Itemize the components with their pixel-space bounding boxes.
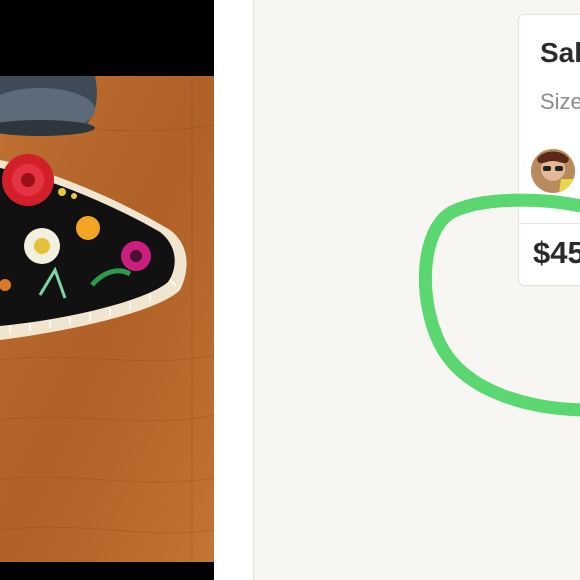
page-gutter <box>214 0 254 580</box>
listing-title[interactable]: Sal <box>540 37 580 69</box>
listing-size: Size <box>540 89 580 114</box>
listing-price: $45 <box>533 235 580 270</box>
seller-avatar-icon[interactable] <box>531 149 575 193</box>
product-photo[interactable] <box>0 0 214 580</box>
listing-card[interactable]: Sal Size $45 <box>518 14 580 286</box>
card-divider <box>519 223 580 224</box>
